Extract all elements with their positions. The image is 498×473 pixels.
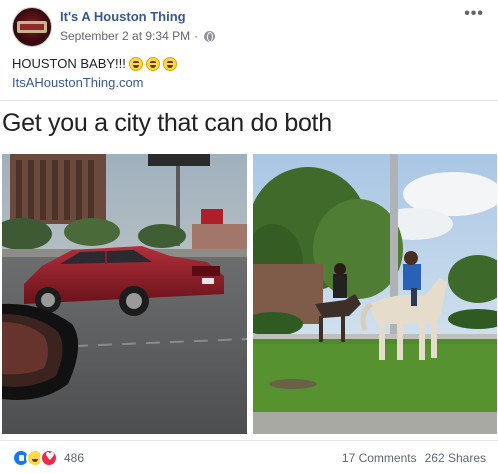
- post-timestamp[interactable]: September 2 at 9:34 PM: [60, 29, 190, 43]
- post-meta: September 2 at 9:34 PM ·: [60, 29, 216, 43]
- page-avatar[interactable]: [12, 7, 52, 47]
- globe-icon[interactable]: [204, 30, 216, 42]
- comments-count[interactable]: 17 Comments: [342, 451, 417, 465]
- shares-count[interactable]: 262 Shares: [425, 451, 486, 465]
- caption-text: HOUSTON BABY!!!: [12, 56, 126, 71]
- avatar-logo-inner: [20, 24, 44, 30]
- reaction-count[interactable]: 486: [64, 451, 84, 465]
- laughing-emoji-icon: [162, 56, 177, 71]
- meme-image[interactable]: Get you a city that can do both: [0, 100, 498, 440]
- horses-photo: [253, 154, 497, 434]
- laughing-emoji-icon: [145, 56, 160, 71]
- meme-title: Get you a city that can do both: [2, 109, 332, 137]
- car-photo: [2, 154, 247, 434]
- post-caption: HOUSTON BABY!!!: [12, 56, 177, 71]
- page-name-link[interactable]: It's A Houston Thing: [60, 9, 186, 24]
- facebook-post: It's A Houston Thing September 2 at 9:34…: [0, 0, 498, 473]
- post-link[interactable]: ItsAHoustonThing.com: [12, 75, 144, 90]
- post-stats: 17 Comments 262 Shares: [342, 451, 486, 465]
- laughing-emoji-icon: [128, 56, 143, 71]
- love-icon: [40, 449, 58, 467]
- more-options-icon[interactable]: •••: [464, 5, 484, 23]
- post-footer: 486 17 Comments 262 Shares: [0, 440, 498, 473]
- meta-separator: ·: [194, 29, 199, 43]
- reactions-summary[interactable]: 486: [12, 449, 84, 467]
